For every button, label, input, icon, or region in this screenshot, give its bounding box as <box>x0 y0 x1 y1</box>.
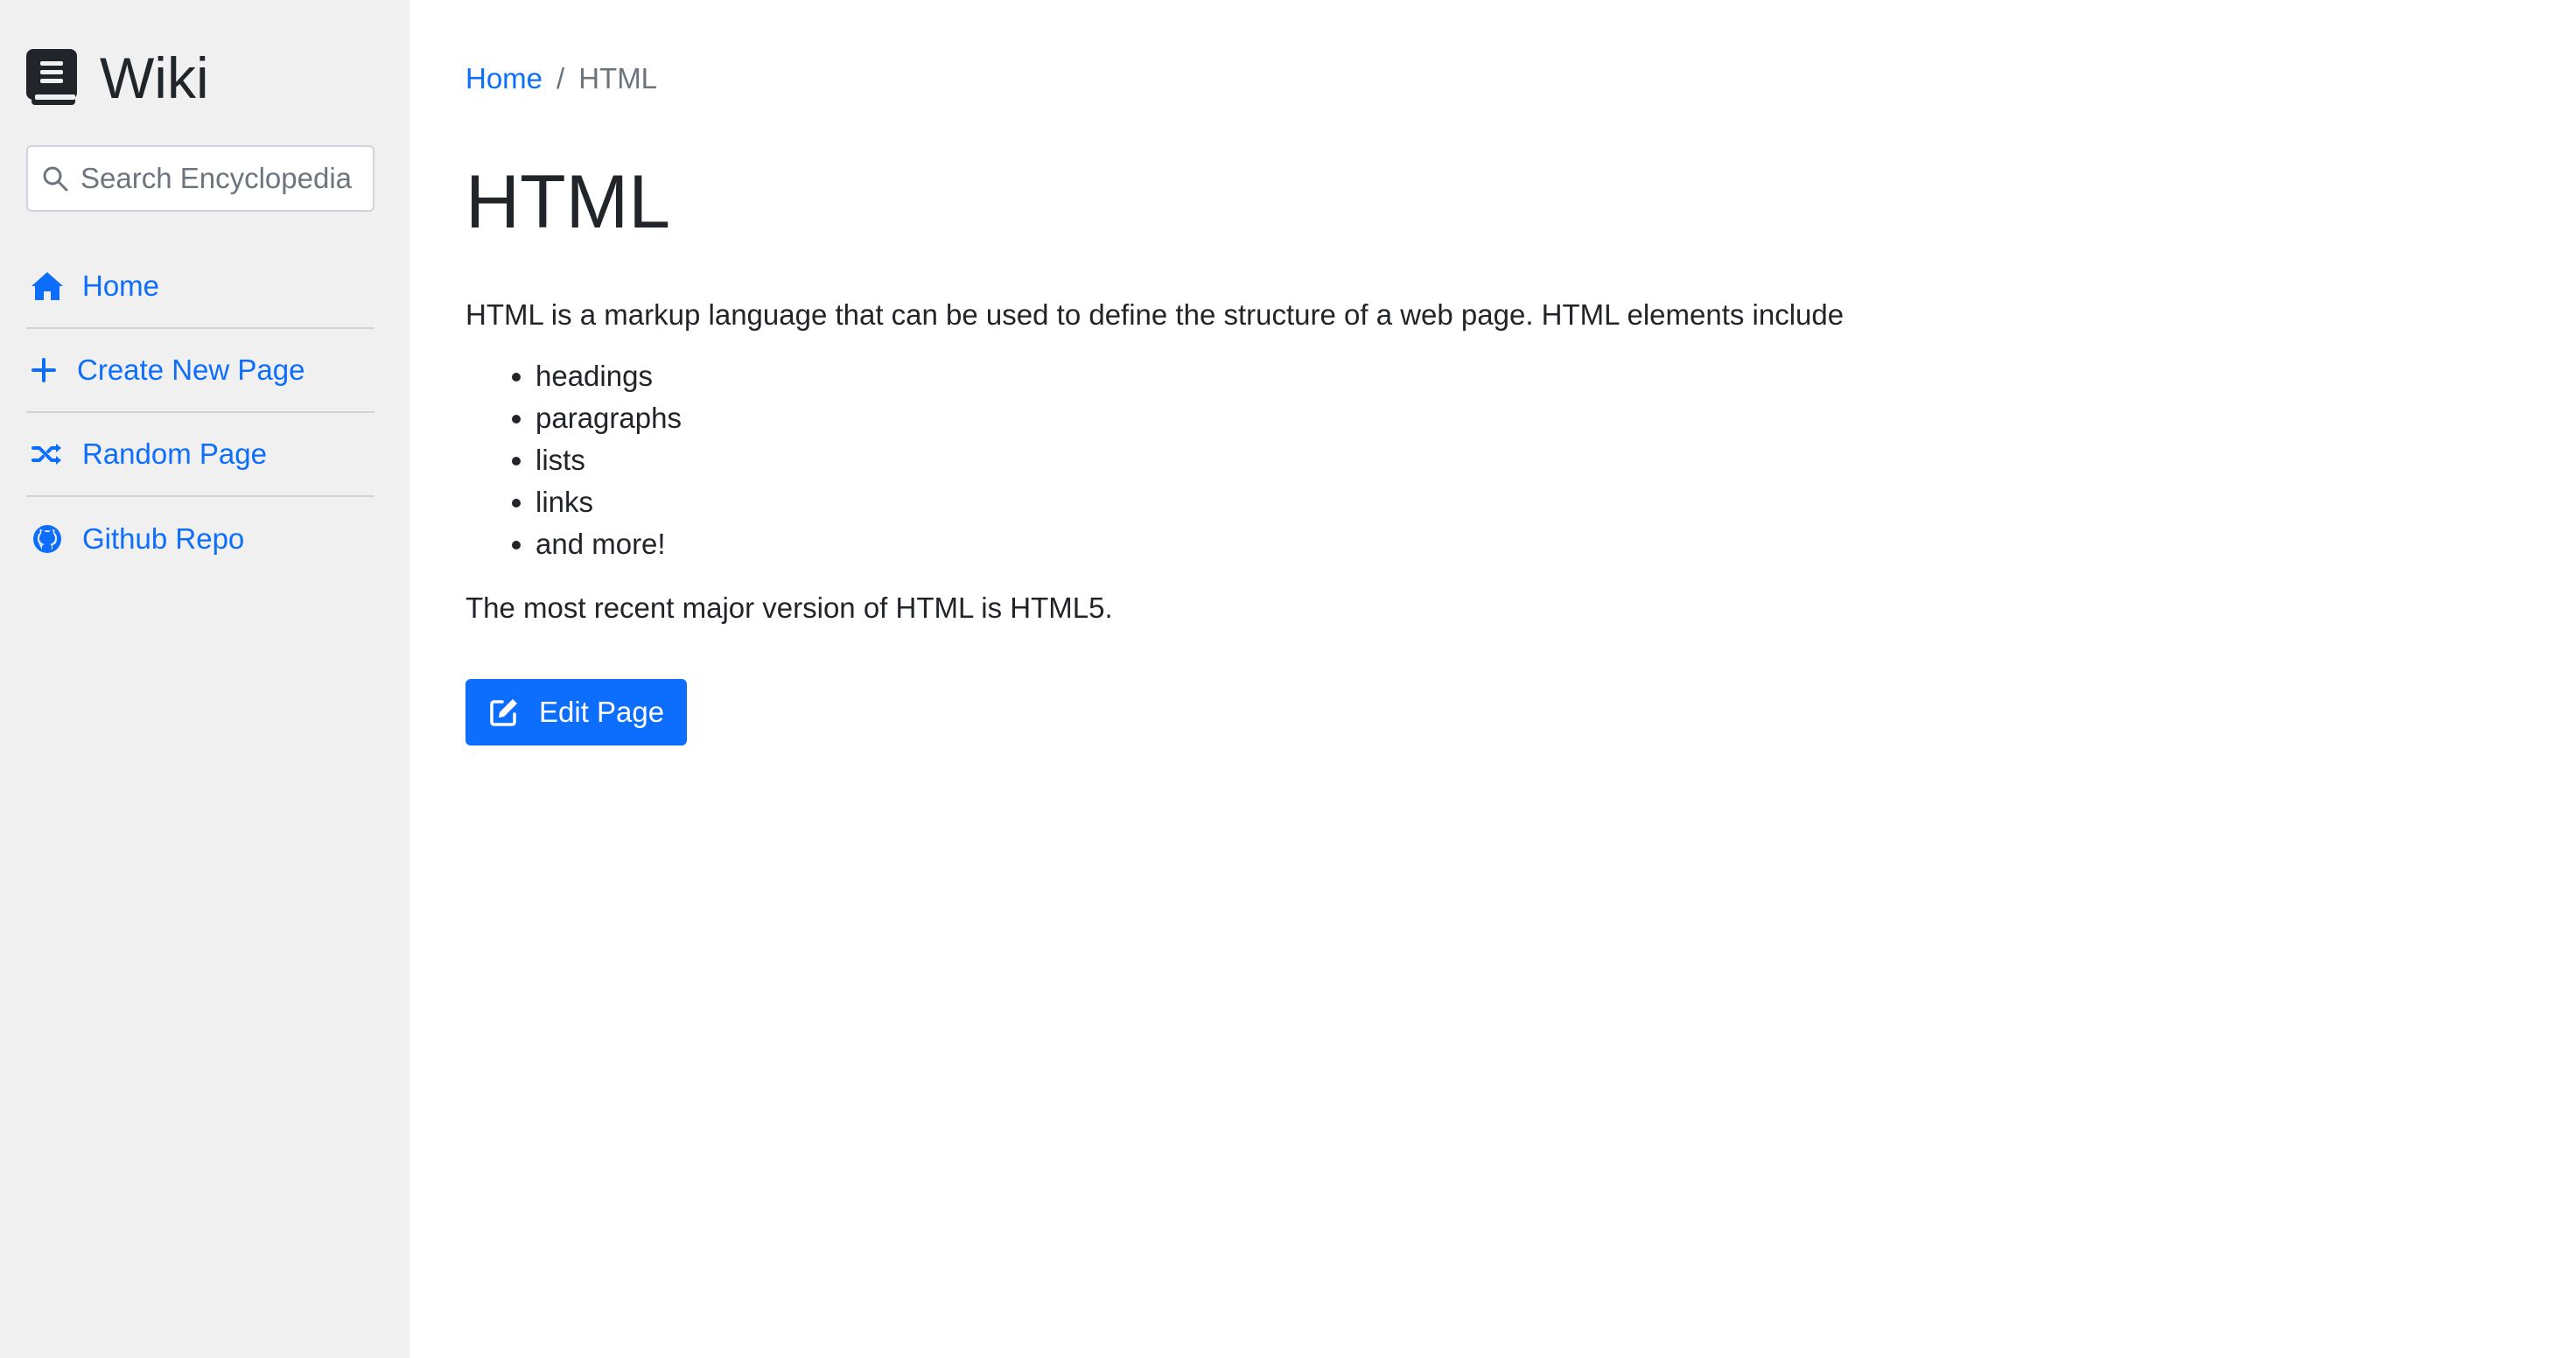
breadcrumb: Home / HTML <box>466 58 2576 100</box>
sidebar-item-create-new-page[interactable]: Create New Page <box>26 329 374 413</box>
breadcrumb-current: HTML <box>578 62 658 94</box>
sidebar-item-github-repo[interactable]: Github Repo <box>26 497 374 581</box>
brand: Wiki <box>26 46 374 110</box>
sidebar-item-label: Github Repo <box>82 522 245 555</box>
search-icon <box>43 166 68 192</box>
app: Wiki Home <box>0 0 2576 1358</box>
sidebar-item-label: Random Page <box>82 438 267 470</box>
sidebar: Wiki Home <box>0 0 410 1358</box>
sidebar-item-label: Home <box>82 270 160 302</box>
book-icon <box>26 49 77 105</box>
sidebar-item-random-page[interactable]: Random Page <box>26 413 374 497</box>
sidebar-nav: Home Create New Page Random Page Github … <box>26 245 374 581</box>
page-title: HTML <box>466 160 671 244</box>
edit-page-button[interactable]: Edit Page <box>466 678 688 746</box>
search-box[interactable] <box>26 145 374 212</box>
article-list: headings paragraphs lists links and more… <box>466 355 2576 565</box>
edit-icon <box>490 698 517 726</box>
list-item: and more! <box>536 523 2576 565</box>
search-input[interactable] <box>80 162 360 195</box>
breadcrumb-separator: / <box>556 62 565 94</box>
main-content: Home / HTML HTML HTML is a markup langua… <box>410 0 2576 1358</box>
article-intro: HTML is a markup language that can be us… <box>466 298 1844 331</box>
list-item: links <box>536 481 2576 523</box>
edit-page-label: Edit Page <box>539 695 665 728</box>
article-outro: The most recent major version of HTML is… <box>466 592 1113 625</box>
list-item: headings <box>536 355 2576 397</box>
home-icon <box>30 269 65 304</box>
sidebar-item-label: Create New Page <box>77 354 305 386</box>
shuffle-icon <box>30 437 65 472</box>
github-icon <box>30 522 65 556</box>
breadcrumb-home-link[interactable]: Home <box>466 62 542 95</box>
brand-title[interactable]: Wiki <box>100 45 209 111</box>
plus-icon <box>30 353 58 388</box>
list-item: lists <box>536 439 2576 481</box>
sidebar-item-home[interactable]: Home <box>26 245 374 329</box>
list-item: paragraphs <box>536 397 2576 439</box>
